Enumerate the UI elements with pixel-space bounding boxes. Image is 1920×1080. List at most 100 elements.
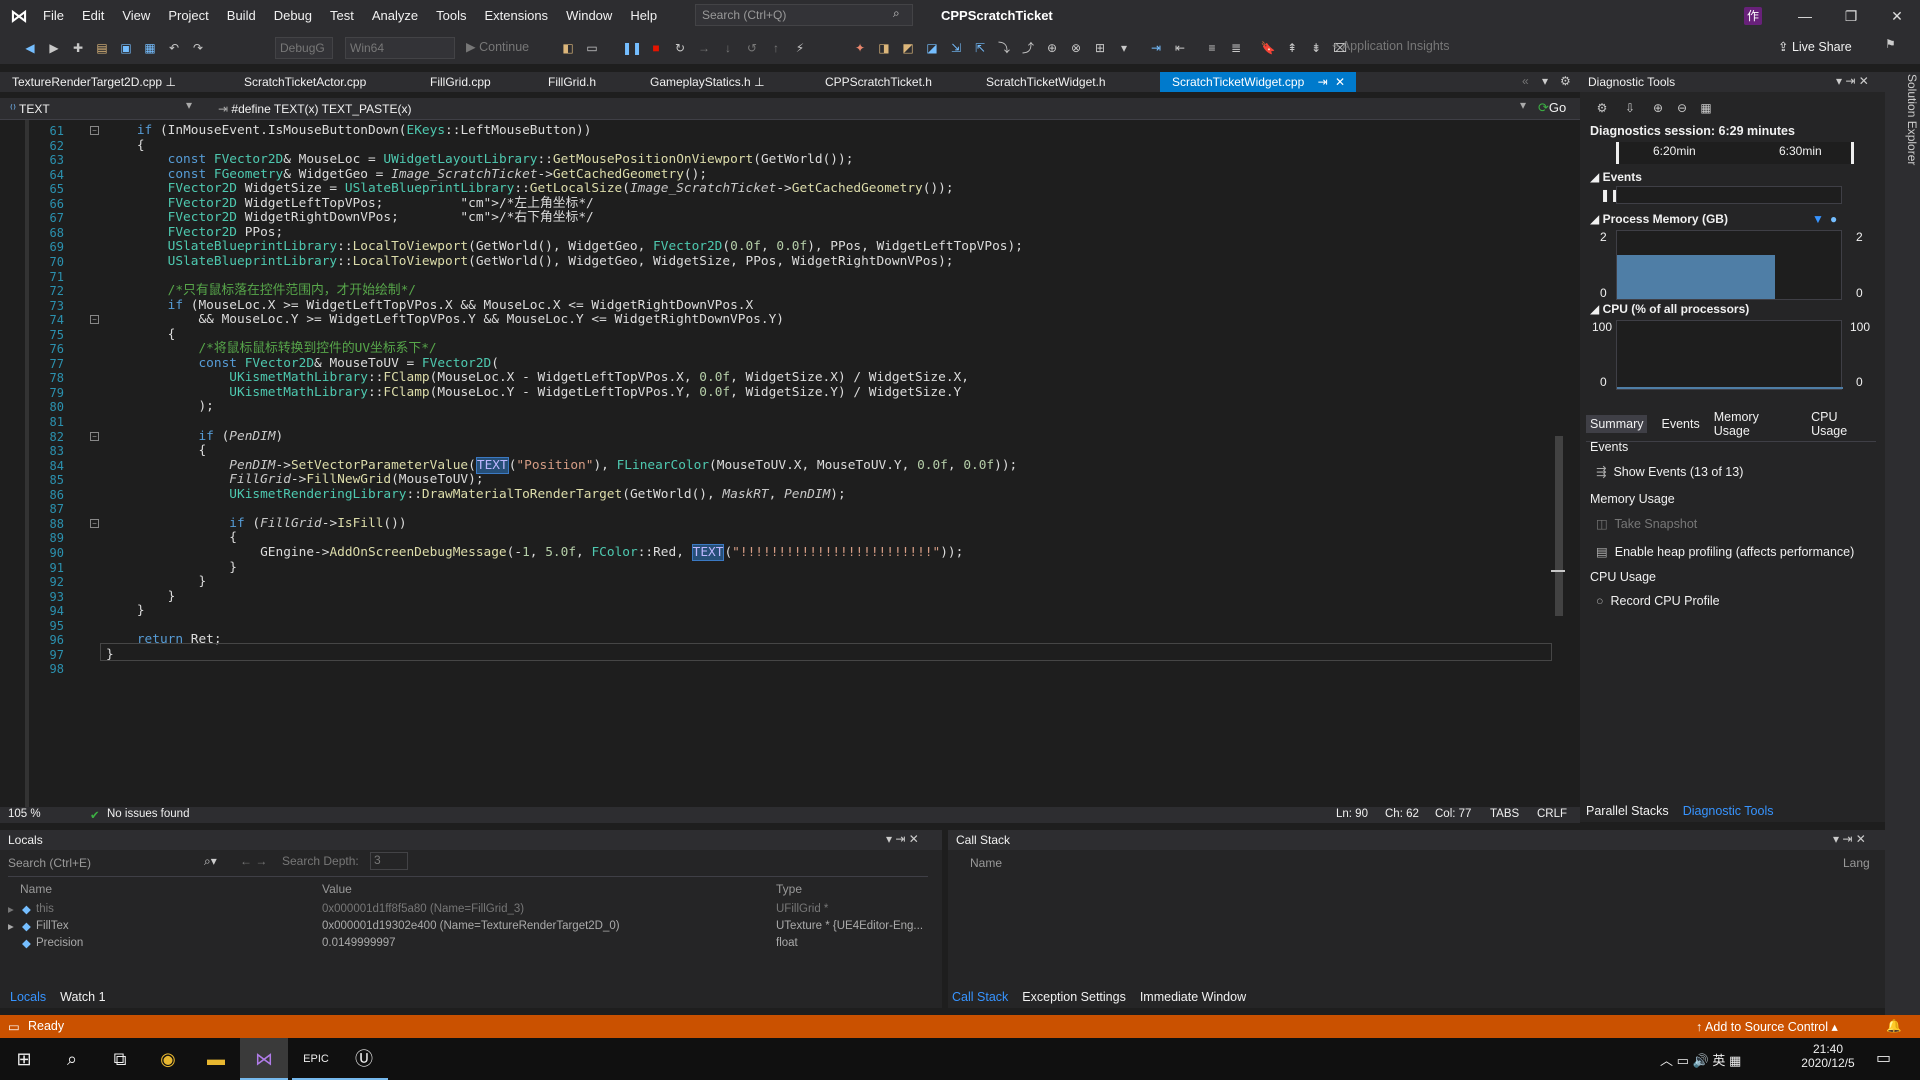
tab-scratchticketwidget-h[interactable]: ScratchTicketWidget.h bbox=[974, 72, 1106, 92]
go-button[interactable]: ⟳Go bbox=[1538, 100, 1566, 116]
tab-dropdown-icon[interactable]: ▾ bbox=[1542, 74, 1548, 88]
debug-tool-icon-6[interactable]: ⇱ bbox=[970, 38, 990, 58]
step-into-icon[interactable]: ↓ bbox=[718, 38, 738, 58]
cpu-chart[interactable] bbox=[1616, 320, 1843, 390]
feedback-icon[interactable]: ⚑ bbox=[1885, 37, 1896, 51]
heap-profiling-button[interactable]: ▤ Enable heap profiling (affects perform… bbox=[1596, 544, 1854, 559]
code-line[interactable]: ); bbox=[106, 398, 213, 416]
window-icon[interactable]: ▭ bbox=[582, 38, 602, 58]
search-icon[interactable]: ⌕ bbox=[893, 6, 900, 21]
menu-view[interactable]: View bbox=[113, 0, 159, 32]
pin-icon[interactable]: ⇥ bbox=[1318, 75, 1328, 89]
stop-icon[interactable]: ■ bbox=[646, 38, 666, 58]
menu-tools[interactable]: Tools bbox=[427, 0, 475, 32]
task-view-icon[interactable]: ⧉ bbox=[96, 1038, 144, 1080]
step-out-icon[interactable]: ↑ bbox=[766, 38, 786, 58]
show-events-link[interactable]: ⇶ Show Events (13 of 13) bbox=[1596, 464, 1743, 479]
menu-analyze[interactable]: Analyze bbox=[363, 0, 427, 32]
pause-icon[interactable]: ❚❚ bbox=[622, 38, 642, 58]
debug-tool-icon-8[interactable]: ⤴ bbox=[1018, 38, 1038, 58]
start-icon[interactable]: ⊞ bbox=[0, 1038, 48, 1080]
scope-dropdown[interactable]: ⁽⁾ TEXT bbox=[10, 100, 190, 118]
code-line[interactable]: && MouseLoc.Y >= WidgetLeftTopVPos.Y && … bbox=[106, 311, 784, 329]
unreal-engine-icon[interactable]: Ⓤ bbox=[340, 1038, 388, 1080]
menu-build[interactable]: Build bbox=[218, 0, 265, 32]
pin-icon[interactable]: ⊥ bbox=[165, 75, 175, 89]
code-line[interactable]: UKismetMathLibrary::FClamp(MouseLoc.Y - … bbox=[106, 384, 961, 402]
line-ending[interactable]: CRLF bbox=[1537, 808, 1567, 820]
fold-icon[interactable]: − bbox=[90, 518, 99, 528]
diag-settings-icon[interactable]: ⚙ bbox=[1592, 98, 1612, 118]
tab-immediate-window[interactable]: Immediate Window bbox=[1140, 990, 1246, 1004]
tab-diagnostic-tools[interactable]: Diagnostic Tools bbox=[1683, 804, 1774, 818]
tab-locals[interactable]: Locals bbox=[10, 990, 46, 1004]
events-section-header[interactable]: ◢ Events bbox=[1590, 170, 1642, 184]
tabs-mode[interactable]: TABS bbox=[1490, 808, 1519, 820]
back-icon[interactable]: ◀ bbox=[20, 38, 40, 58]
table-row[interactable]: ▸ ◆ this 0x000001d1ff8f5a80 (Name=FillGr… bbox=[8, 900, 926, 917]
locals-panel-controls[interactable]: ▾ ⇥ ✕ bbox=[886, 832, 919, 846]
redo-icon[interactable]: ↷ bbox=[188, 38, 208, 58]
save-all-icon[interactable]: ▦ bbox=[140, 38, 160, 58]
uncomment-icon[interactable]: ≣ bbox=[1226, 38, 1246, 58]
notifications-icon[interactable]: 🔔 bbox=[1886, 1019, 1902, 1034]
bookmark-next-icon[interactable]: ⇟ bbox=[1306, 38, 1326, 58]
tab-scratchticketactor-cpp[interactable]: ScratchTicketActor.cpp bbox=[232, 72, 366, 92]
close-icon[interactable]: ✕ bbox=[1874, 0, 1920, 32]
solution-explorer-tab[interactable]: Solution Explorer bbox=[1905, 72, 1919, 165]
taskbar-search-icon[interactable]: ⌕ bbox=[48, 1038, 96, 1080]
debug-tool-icon-7[interactable]: ⤵ bbox=[994, 38, 1014, 58]
debug-tool-icon-1[interactable]: ✦ bbox=[850, 38, 870, 58]
zoom-level[interactable]: 105 % bbox=[8, 808, 41, 820]
debug-tool-icon-9[interactable]: ⊕ bbox=[1042, 38, 1062, 58]
menu-debug[interactable]: Debug bbox=[265, 0, 321, 32]
code-line[interactable]: if (InMouseEvent.IsMouseButtonDown(EKeys… bbox=[106, 122, 592, 140]
file-explorer-icon[interactable]: ▬ bbox=[192, 1038, 240, 1080]
panel-menu-icon[interactable]: ▾ ⇥ ✕ bbox=[1836, 74, 1869, 88]
issues-status[interactable]: No issues found bbox=[107, 808, 189, 820]
tab-summary[interactable]: Summary bbox=[1586, 415, 1648, 433]
menu-window[interactable]: Window bbox=[557, 0, 621, 32]
tab-fillgrid-h[interactable]: FillGrid.h bbox=[536, 72, 596, 92]
attach-icon[interactable]: ◧ bbox=[558, 38, 578, 58]
comment-icon[interactable]: ≡ bbox=[1202, 38, 1222, 58]
continue-button[interactable]: ▶ Continue bbox=[466, 39, 529, 54]
tab-exception-settings[interactable]: Exception Settings bbox=[1022, 990, 1126, 1004]
take-snapshot-button[interactable]: ◫ Take Snapshot bbox=[1596, 516, 1697, 531]
scope-arrow-icon[interactable]: ▾ bbox=[186, 98, 192, 112]
table-row[interactable]: ▸ ◆ FillTex 0x000001d19302e400 (Name=Tex… bbox=[8, 917, 926, 934]
bookmark-icon[interactable]: 🔖 bbox=[1258, 38, 1278, 58]
format-icon-2[interactable]: ⇤ bbox=[1170, 38, 1190, 58]
locals-search-input[interactable]: Search (Ctrl+E) bbox=[8, 854, 228, 872]
reset-view-icon[interactable]: ▦ bbox=[1696, 98, 1716, 118]
locals-search-icon[interactable]: ⌕▾ bbox=[204, 854, 217, 869]
tab-cpu-usage[interactable]: CPU Usage bbox=[1811, 410, 1876, 438]
restart-icon[interactable]: ↻ bbox=[670, 38, 690, 58]
menu-help[interactable]: Help bbox=[621, 0, 666, 32]
fold-icon[interactable]: − bbox=[90, 431, 99, 441]
memory-chart[interactable] bbox=[1616, 230, 1842, 300]
debug-tool-icon-12[interactable]: ▾ bbox=[1114, 38, 1134, 58]
chrome-icon[interactable]: ◉ bbox=[144, 1038, 192, 1080]
memory-section-header[interactable]: ◢ Process Memory (GB) bbox=[1590, 212, 1728, 226]
tab-gameplaystatics-h[interactable]: GameplayStatics.h ⊥ bbox=[638, 72, 765, 92]
bookmark-prev-icon[interactable]: ⇞ bbox=[1282, 38, 1302, 58]
epic-games-icon[interactable]: EPIC bbox=[292, 1038, 340, 1080]
save-icon[interactable]: ▣ bbox=[116, 38, 136, 58]
menu-test[interactable]: Test bbox=[321, 0, 363, 32]
ime-indicator[interactable]: 英 bbox=[1712, 1053, 1725, 1068]
code-line[interactable]: UKismetRenderingLibrary::DrawMaterialToR… bbox=[106, 486, 845, 504]
scrollbar-thumb[interactable] bbox=[1555, 436, 1563, 616]
search-back-icon[interactable]: ← → bbox=[240, 854, 267, 868]
step-back-icon[interactable]: ↺ bbox=[742, 38, 762, 58]
hot-reload-icon[interactable]: ⚡ bbox=[790, 38, 810, 58]
platform-dropdown[interactable]: Win64 bbox=[345, 37, 455, 59]
source-control-button[interactable]: ↑ Add to Source Control ▴ bbox=[1696, 1019, 1838, 1034]
search-input[interactable]: Search (Ctrl+Q) bbox=[695, 4, 913, 26]
search-depth-input[interactable]: 3 bbox=[370, 852, 408, 870]
record-cpu-button[interactable]: ○ Record CPU Profile bbox=[1596, 594, 1720, 608]
new-project-icon[interactable]: ✚ bbox=[68, 38, 88, 58]
code-line[interactable]: } bbox=[106, 602, 145, 620]
member-dropdown[interactable]: ⇥ #define TEXT(x) TEXT_PASTE(x) bbox=[218, 100, 1518, 118]
action-center-icon[interactable]: ▭ bbox=[1876, 1048, 1891, 1068]
